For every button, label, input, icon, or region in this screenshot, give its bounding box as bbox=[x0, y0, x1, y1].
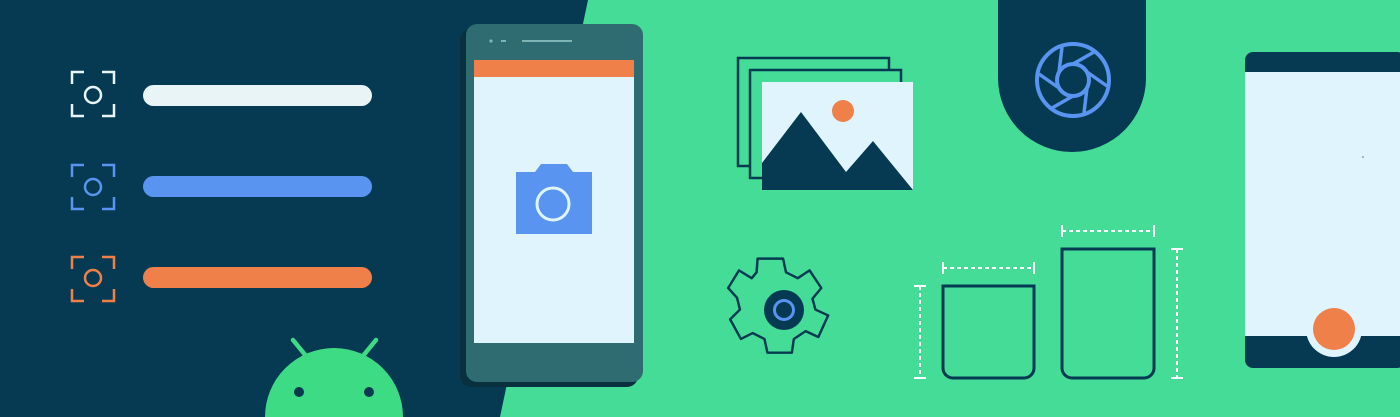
focus-bar-blue bbox=[143, 176, 372, 197]
phone-status-text bbox=[522, 40, 572, 42]
phone-mockup bbox=[460, 24, 643, 387]
capture-button-icon bbox=[1306, 301, 1362, 357]
phone-app-bar bbox=[474, 60, 634, 77]
focus-bar-white bbox=[143, 85, 372, 106]
image-gallery-icon bbox=[736, 56, 913, 190]
tablet-screen bbox=[1245, 72, 1400, 336]
banner-illustration bbox=[0, 0, 1400, 417]
camera-icon bbox=[516, 164, 592, 234]
focus-bar-orange bbox=[143, 267, 372, 288]
tablet-device bbox=[1245, 52, 1400, 368]
phone-status-dot bbox=[489, 39, 493, 43]
aperture-icon bbox=[998, 0, 1146, 152]
sun-dot bbox=[832, 100, 854, 122]
phone-status-dots bbox=[501, 40, 506, 42]
